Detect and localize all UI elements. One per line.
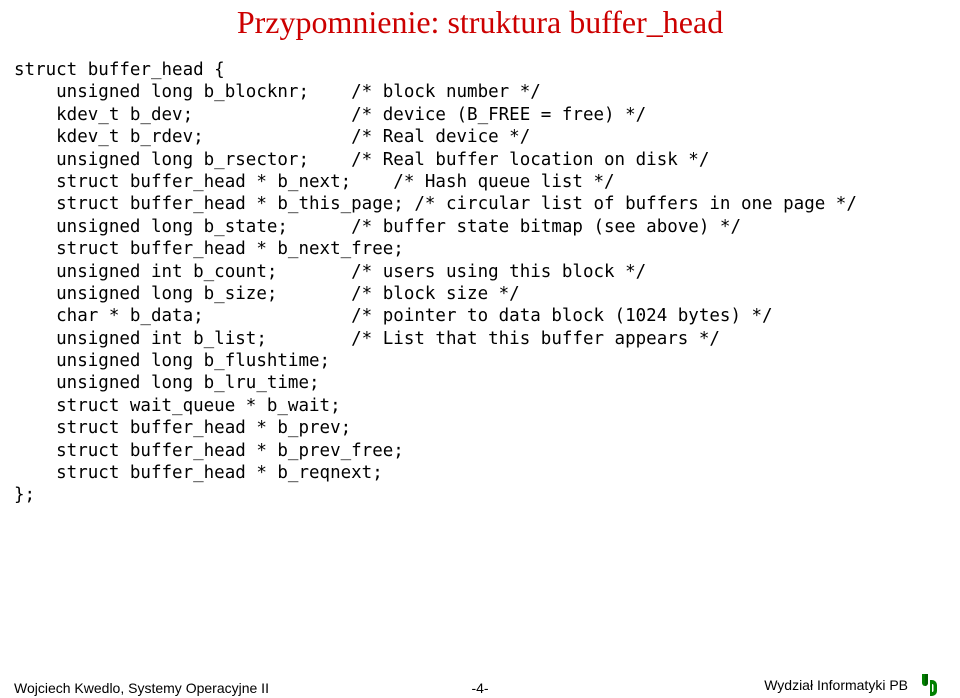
footer-left: Wojciech Kwedlo, Systemy Operacyjne II (14, 680, 269, 696)
footer: Wojciech Kwedlo, Systemy Operacyjne II -… (0, 672, 960, 696)
code-block: struct buffer_head { unsigned long b_blo… (14, 59, 960, 507)
footer-right-text: Wydział Informatyki PB (764, 677, 908, 693)
footer-center: -4- (471, 680, 488, 696)
footer-right: Wydział Informatyki PB (764, 674, 946, 696)
slide-title: Przypomnienie: struktura buffer_head (0, 4, 960, 41)
university-logo-icon (918, 674, 946, 696)
